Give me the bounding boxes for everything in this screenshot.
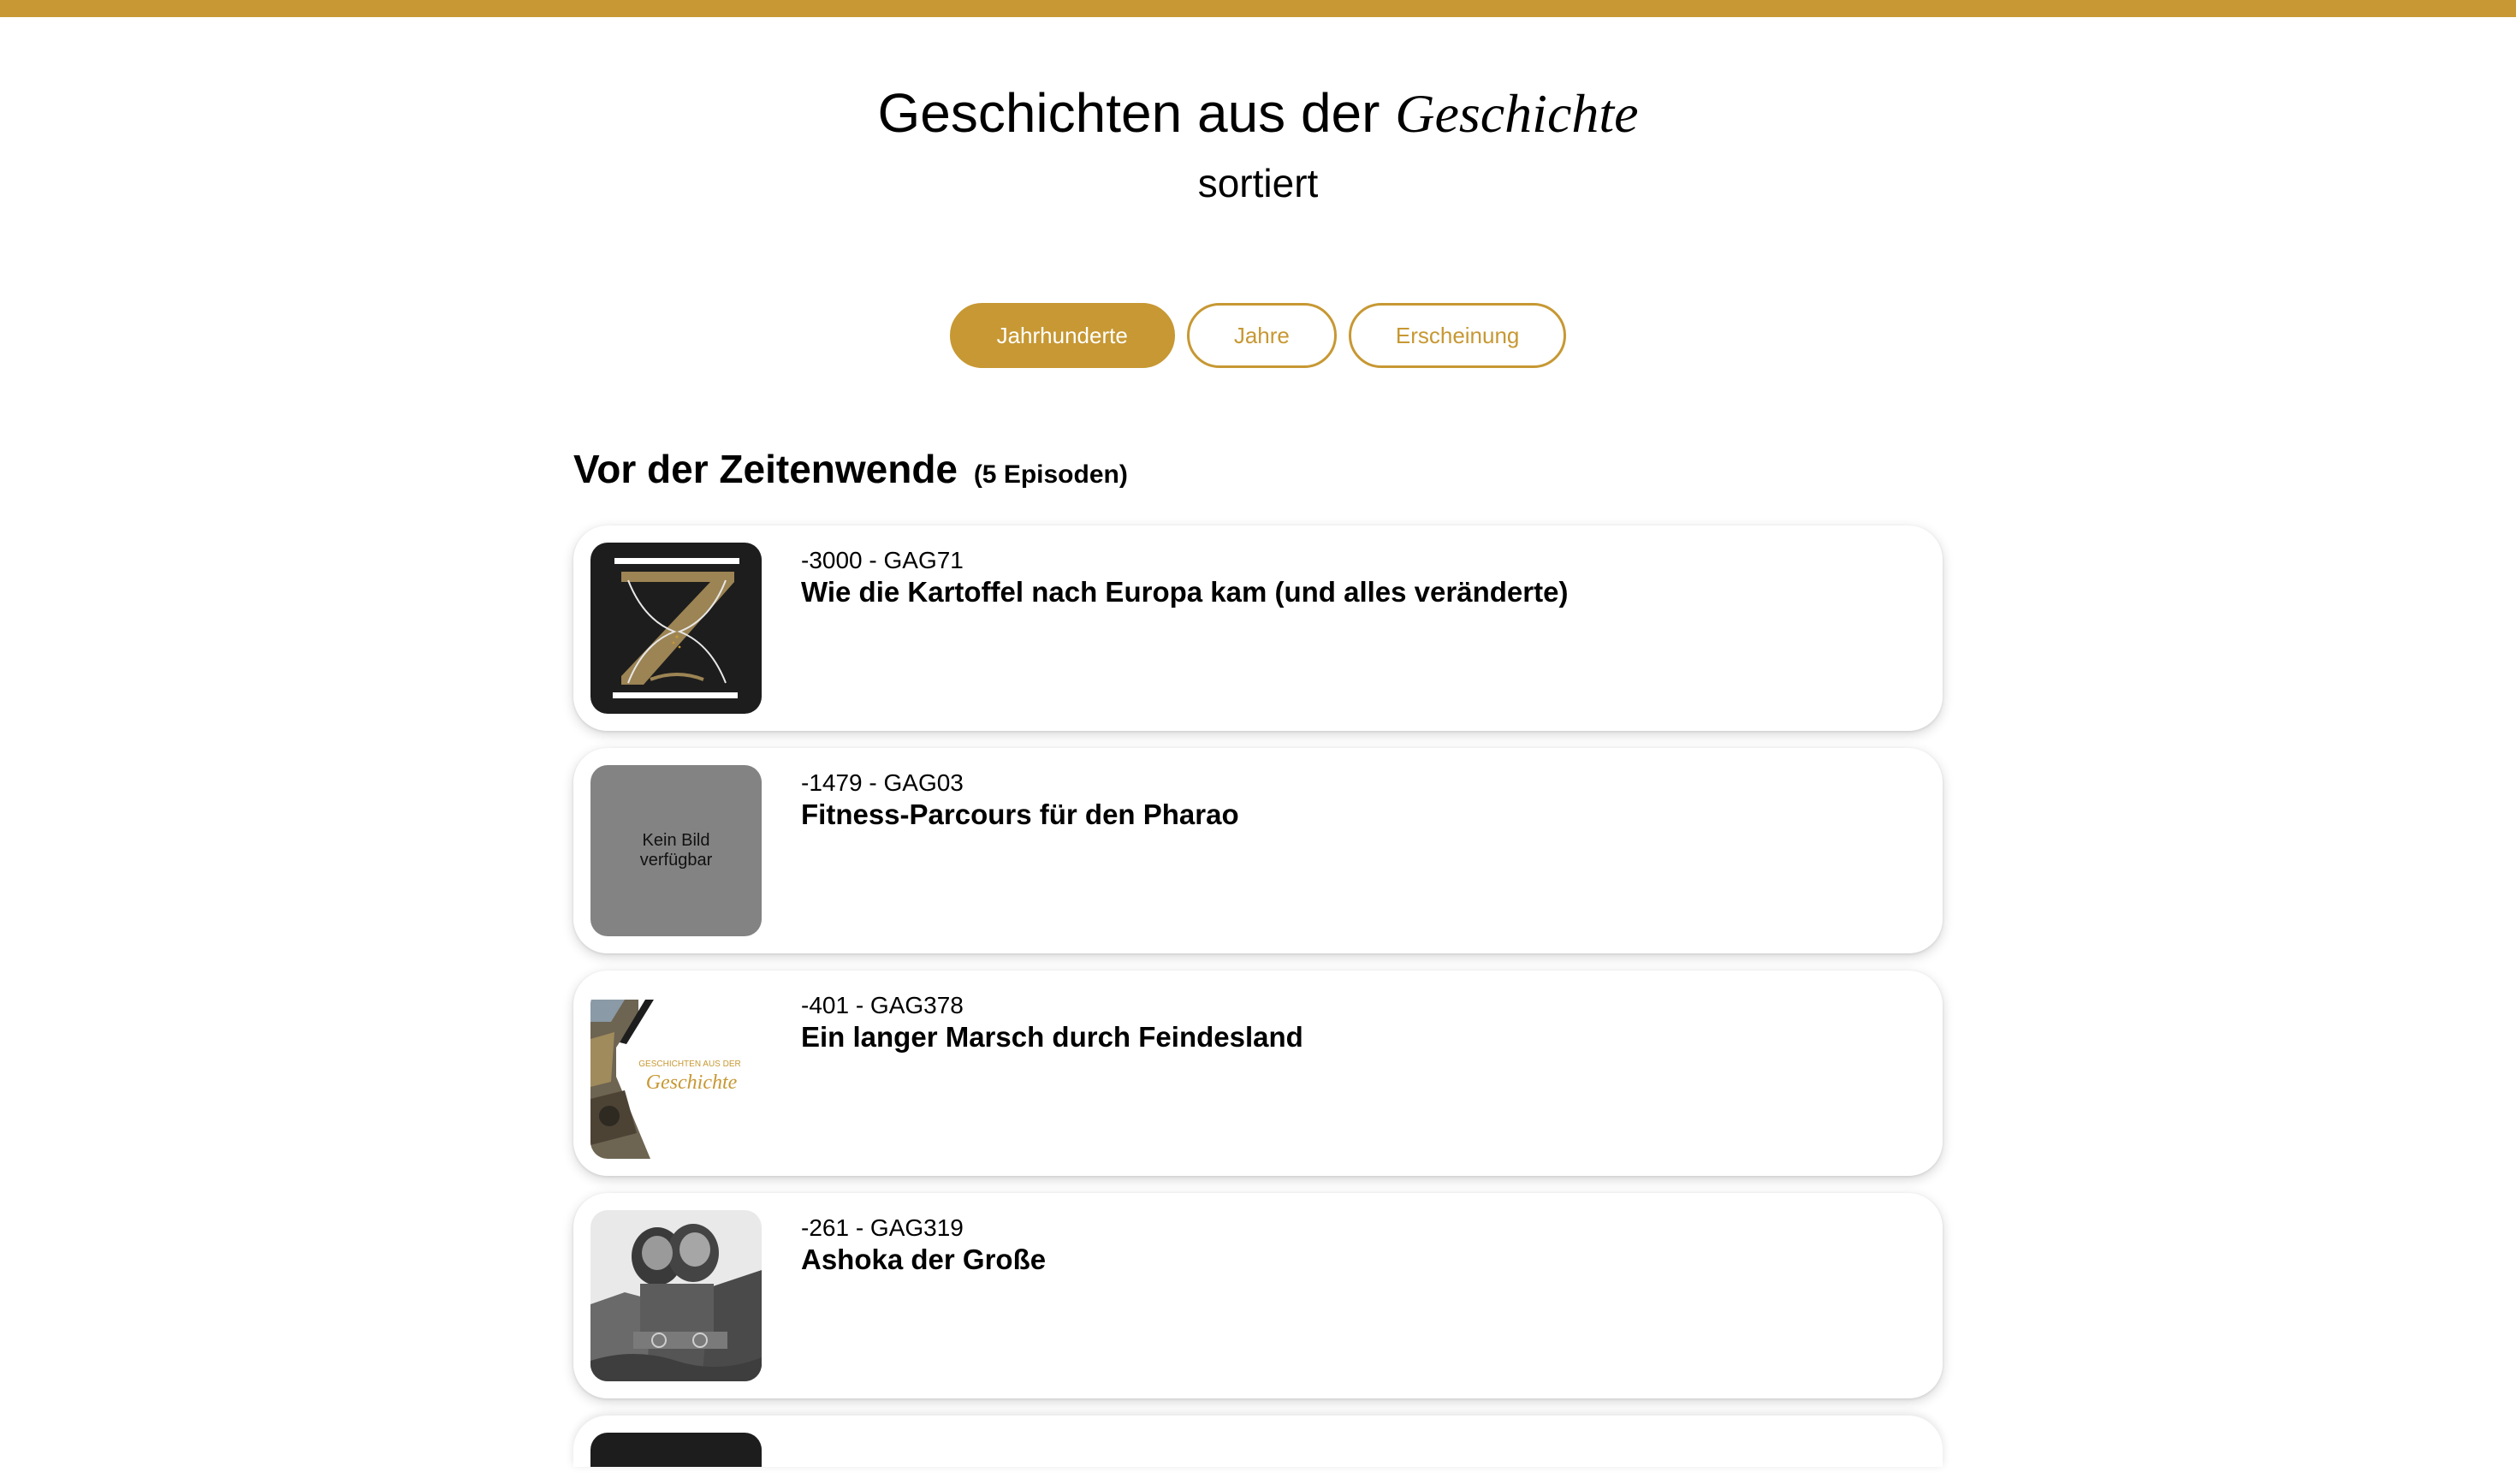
episode-card[interactable]: -261 - GAG319 Ashoka der Große bbox=[573, 1193, 1943, 1398]
image-placeholder: Kein Bild verfügbar bbox=[590, 765, 762, 936]
placeholder-text: Kein Bild verfügbar bbox=[639, 831, 713, 870]
lion-capital-photo bbox=[590, 1210, 762, 1381]
top-accent-bar bbox=[0, 0, 2516, 17]
sort-tabs: Jahrhunderte Jahre Erscheinung bbox=[0, 303, 2516, 368]
lion-capital-thumbnail bbox=[590, 1210, 762, 1381]
tab-erscheinung[interactable]: Erscheinung bbox=[1348, 303, 1567, 368]
episode-title: Wie die Kartoffel nach Europa kam (und a… bbox=[801, 576, 1569, 608]
episode-card[interactable]: -3000 - GAG71 Wie die Kartoffel nach Eur… bbox=[573, 525, 1943, 731]
episode-meta: -3000 - GAG71 bbox=[801, 547, 964, 573]
cover-large-text: Geschichte bbox=[646, 1071, 738, 1094]
episode-card-partial[interactable] bbox=[573, 1416, 1943, 1467]
episode-title: Ein langer Marsch durch Feindesland bbox=[801, 1021, 1303, 1053]
episode-meta: -261 - GAG319 bbox=[801, 1214, 964, 1241]
section-title: Vor der Zeitenwende bbox=[573, 447, 958, 491]
episode-thumbnail bbox=[590, 1433, 762, 1467]
section-heading: Vor der Zeitenwende (5 Episoden) bbox=[573, 442, 1128, 502]
site-subtitle: sortiert bbox=[1197, 161, 1319, 205]
tab-jahrhunderte[interactable]: Jahrhunderte bbox=[949, 303, 1175, 368]
cover-small-text: GESCHICHTEN AUS DER bbox=[638, 1060, 740, 1069]
site-title-sans: Geschichten aus der bbox=[877, 82, 1380, 144]
episode-title: Fitness-Parcours für den Pharao bbox=[801, 798, 1239, 830]
episode-card[interactable]: GESCHICHTEN AUS DER Geschichte -401 - GA… bbox=[573, 971, 1943, 1176]
tab-jahre[interactable]: Jahre bbox=[1186, 303, 1337, 368]
episode-title: Ashoka der Große bbox=[801, 1244, 1047, 1275]
episode-card[interactable]: Kein Bild verfügbar -1479 - GAG03 Fitnes… bbox=[573, 748, 1943, 953]
site-title: Geschichten aus der Geschichte bbox=[0, 79, 2516, 148]
episode-count: (5 Episoden) bbox=[973, 460, 1128, 489]
site-title-serif: Geschichte bbox=[1395, 83, 1639, 144]
hourglass-logo-thumbnail bbox=[590, 543, 762, 714]
episode-meta: -1479 - GAG03 bbox=[801, 769, 964, 796]
episode-meta: -401 - GAG378 bbox=[801, 992, 964, 1018]
hourglass-icon bbox=[590, 543, 762, 714]
podcast-cover-thumbnail: GESCHICHTEN AUS DER Geschichte bbox=[590, 988, 762, 1159]
podcast-cover-image: GESCHICHTEN AUS DER Geschichte bbox=[590, 988, 762, 1159]
episode-list: -3000 - GAG71 Wie die Kartoffel nach Eur… bbox=[573, 525, 1943, 1484]
